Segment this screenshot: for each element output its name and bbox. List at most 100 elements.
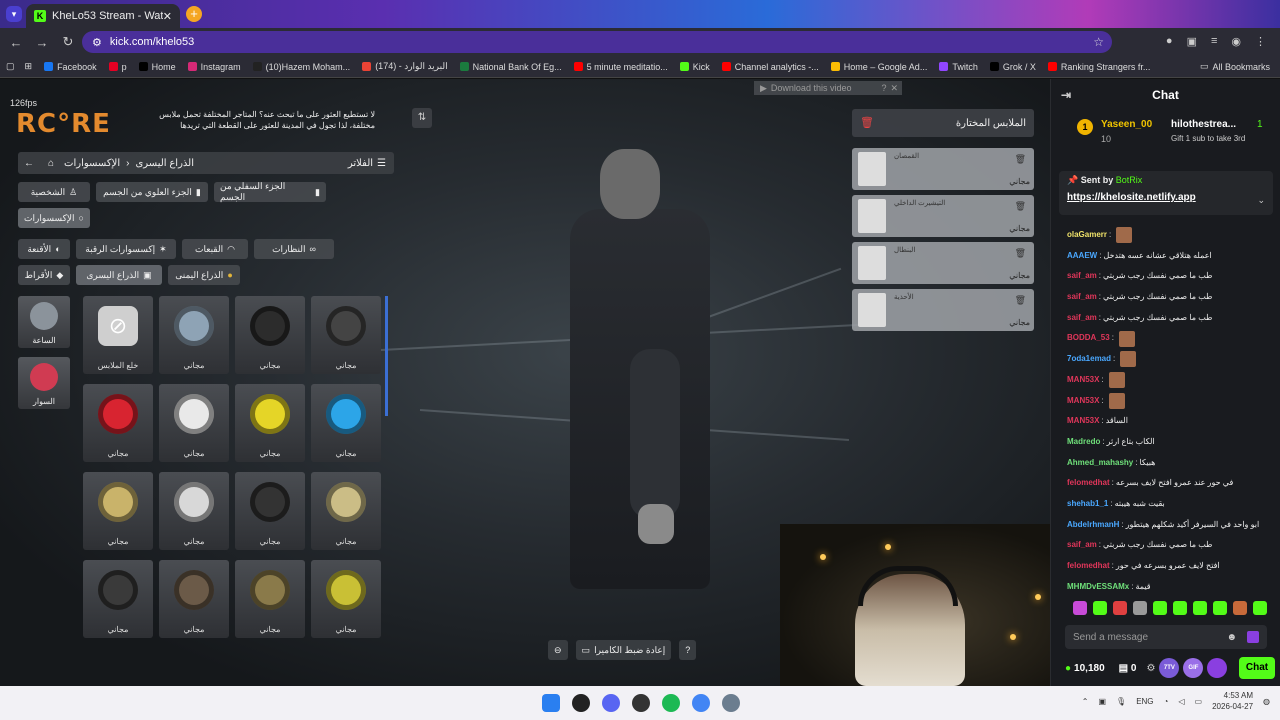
- chat-username[interactable]: felomedhat: [1067, 473, 1110, 494]
- remove-item-cell[interactable]: ⊘ خلع الملابس: [83, 296, 153, 374]
- trash-icon[interactable]: 🗑: [1015, 295, 1026, 306]
- category-hats[interactable]: القبعات ◠: [182, 239, 248, 259]
- category-earrings[interactable]: الأقراط ◆: [18, 265, 70, 285]
- chat-username[interactable]: saif_am: [1067, 308, 1097, 329]
- bookmark-item[interactable]: (10)Hazem Moham...: [252, 61, 350, 72]
- category-masks[interactable]: الأقنعة ◐: [18, 239, 70, 259]
- item-cell[interactable]: مجاني: [159, 560, 229, 638]
- app-icon[interactable]: [632, 694, 650, 712]
- app-icon[interactable]: [572, 694, 590, 712]
- all-bookmarks[interactable]: ▭ All Bookmarks: [1200, 61, 1270, 72]
- store-count[interactable]: ▤ 0: [1119, 663, 1137, 674]
- chat-username[interactable]: AbdelrhmanH: [1067, 515, 1119, 536]
- emote-icon[interactable]: [1093, 601, 1107, 615]
- category-glasses[interactable]: النظارات ∞: [254, 239, 334, 259]
- clock[interactable]: 4:53 AM 2026-04-27: [1212, 690, 1253, 712]
- bookmark-item[interactable]: p: [108, 61, 127, 72]
- breadcrumb-left-arm[interactable]: الذراع اليسرى: [135, 158, 194, 169]
- item-cell[interactable]: مجاني: [235, 472, 305, 550]
- category-right-arm[interactable]: الذراع اليمنى ●: [168, 265, 240, 285]
- chevron-down-icon[interactable]: ⌄: [1257, 195, 1265, 206]
- tab-search-icon[interactable]: ▾: [6, 6, 22, 22]
- chat-username[interactable]: MHMDvESSAMx: [1067, 577, 1129, 598]
- bookmark-item[interactable]: Home: [138, 61, 176, 72]
- sidebar-toggle-icon[interactable]: ▢: [6, 61, 15, 72]
- category-left-arm[interactable]: الذراع اليسرى ▣: [76, 265, 162, 285]
- selected-item[interactable]: البنطال 🗑 مجاني: [852, 242, 1034, 284]
- windows-start-icon[interactable]: [542, 694, 560, 712]
- selected-item[interactable]: الأحذية 🗑 مجاني: [852, 289, 1034, 331]
- bookmark-star-icon[interactable]: ☆: [1093, 35, 1104, 49]
- bookmark-item[interactable]: Twitch: [939, 61, 978, 72]
- chat-username[interactable]: BODDA_53: [1067, 328, 1110, 349]
- pinned-gift-leaderboard[interactable]: 1 Yaseen_00 hilothestrea... 1 10 Gift 1 …: [1067, 115, 1277, 149]
- wifi-icon[interactable]: ◔: [1164, 697, 1169, 706]
- chat-username[interactable]: saif_am: [1067, 535, 1097, 556]
- item-cell[interactable]: مجاني: [83, 384, 153, 462]
- item-cell[interactable]: مجاني: [159, 296, 229, 374]
- chat-username[interactable]: olaGamerr: [1067, 225, 1107, 246]
- site-info-icon[interactable]: ⚙: [92, 36, 102, 49]
- emote-icon[interactable]: [1113, 601, 1127, 615]
- bookmark-item[interactable]: Instagram: [187, 61, 241, 72]
- item-cell[interactable]: مجاني: [311, 296, 381, 374]
- emote-icon[interactable]: [1233, 601, 1247, 615]
- notification-icon[interactable]: ◍: [1263, 697, 1270, 706]
- send-chat-button[interactable]: Chat: [1239, 657, 1275, 679]
- chat-username[interactable]: MAN53X: [1067, 391, 1099, 412]
- close-tab-icon[interactable]: ✕: [163, 10, 172, 23]
- bookmark-item[interactable]: National Bank Of Eg...: [459, 61, 562, 72]
- chrome-icon[interactable]: [692, 694, 710, 712]
- item-cell[interactable]: مجاني: [159, 472, 229, 550]
- item-type-bracelet[interactable]: السوار: [18, 357, 70, 409]
- close-icon[interactable]: ✕: [890, 83, 898, 94]
- emoji-icon[interactable]: ☻: [1226, 632, 1237, 643]
- extension-icon[interactable]: ●: [1166, 35, 1173, 48]
- sort-icon[interactable]: ⇅: [412, 108, 432, 128]
- emote-icon[interactable]: [1133, 601, 1147, 615]
- item-cell[interactable]: مجاني: [235, 560, 305, 638]
- profile-avatar-icon[interactable]: ◉: [1231, 35, 1241, 48]
- item-type-watch[interactable]: الساعة: [18, 296, 70, 348]
- trash-icon[interactable]: 🗑: [1015, 248, 1026, 259]
- bookmark-item[interactable]: Grok / X: [989, 61, 1036, 72]
- chat-username[interactable]: MAN53X: [1067, 411, 1099, 432]
- item-cell[interactable]: مجاني: [311, 384, 381, 462]
- download-video-button[interactable]: ▶ Download this video ? ✕: [754, 81, 902, 95]
- bookmark-item[interactable]: Kick: [679, 61, 710, 72]
- selected-item[interactable]: التيشيرت الداخلي 🗑 مجاني: [852, 195, 1034, 237]
- language-indicator[interactable]: ENG: [1136, 697, 1153, 706]
- emote-icon[interactable]: [1153, 601, 1167, 615]
- back-icon[interactable]: ←: [6, 35, 26, 50]
- item-cell[interactable]: مجاني: [235, 296, 305, 374]
- kick-emotes-icon[interactable]: [1247, 631, 1259, 643]
- emote-icon[interactable]: [1213, 601, 1227, 615]
- battery-icon[interactable]: ▭: [1195, 697, 1203, 706]
- bookmark-item[interactable]: Facebook: [44, 61, 97, 72]
- collapse-chat-icon[interactable]: ⇥: [1061, 88, 1071, 102]
- item-cell[interactable]: مجاني: [235, 384, 305, 462]
- breadcrumb-accessories[interactable]: الإكسسوارات: [64, 158, 120, 169]
- network-icon[interactable]: ▣: [1098, 697, 1106, 706]
- item-cell[interactable]: مجاني: [83, 560, 153, 638]
- chat-username[interactable]: saif_am: [1067, 266, 1097, 287]
- chevron-up-icon[interactable]: ⌃: [1082, 697, 1089, 706]
- apps-grid-icon[interactable]: ⊞: [25, 61, 33, 72]
- spotify-icon[interactable]: [662, 694, 680, 712]
- forward-icon[interactable]: →: [32, 35, 52, 50]
- recipient-name[interactable]: hilothestrea...: [1171, 119, 1236, 130]
- 7tv-button[interactable]: 7TV: [1159, 658, 1180, 678]
- clear-all-trash-icon[interactable]: 🗑: [860, 116, 874, 129]
- chat-username[interactable]: Ahmed_mahashy: [1067, 453, 1133, 474]
- chat-username[interactable]: 7oda1emad: [1067, 349, 1111, 370]
- bookmark-item[interactable]: (174) - البريد الوارد: [362, 61, 448, 72]
- emote-icon[interactable]: [1193, 601, 1207, 615]
- media-icon[interactable]: ≡: [1211, 35, 1217, 48]
- category-lower-body[interactable]: الجزء السفلي من الجسم ▮: [214, 181, 326, 202]
- chat-username[interactable]: shehab1_1: [1067, 494, 1108, 515]
- filters-button[interactable]: الفلاتر ☰: [348, 158, 386, 169]
- category-neck[interactable]: إكسسوارات الرقبة ✶: [76, 239, 176, 259]
- help-button[interactable]: ?: [679, 640, 697, 660]
- browser-tab[interactable]: K KheLo53 Stream - Watch Li ✕: [26, 4, 180, 28]
- gifter-name[interactable]: Yaseen_00: [1101, 119, 1152, 130]
